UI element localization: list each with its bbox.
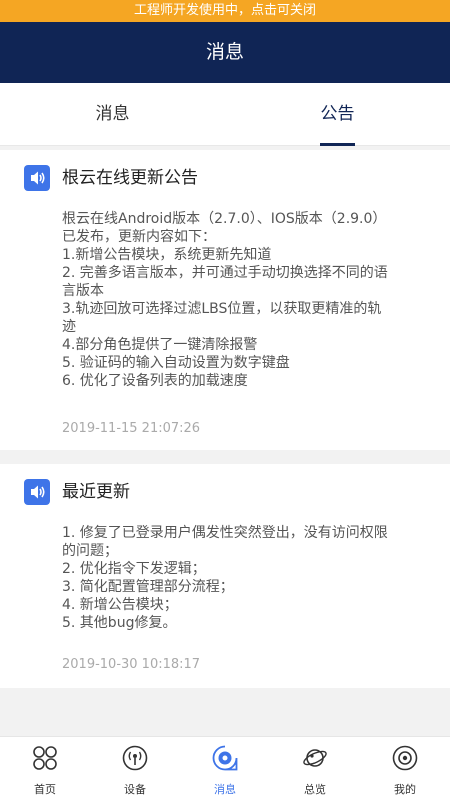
notice-line: 2. 完善多语言版本，并可通过手动切换选择不同的语 <box>62 265 388 281</box>
nav-title: 消息 <box>0 22 450 83</box>
tab-label: 设备 <box>124 783 146 796</box>
tab-label: 消息 <box>214 783 236 796</box>
bottom-tab-bar: 首页 设备 消息 总览 我的 <box>0 736 450 800</box>
speaker-icon <box>24 165 50 191</box>
notice-line: 根云在线Android版本（2.7.0）、IOS版本（2.9.0） <box>62 211 387 227</box>
notice-line: 4.部分角色提供了一键清除报警 <box>62 337 258 353</box>
notice-line: 言版本 <box>62 283 104 299</box>
notice-line: 3.轨迹回放可选择过滤LBS位置，以获取更精准的轨 <box>62 301 382 317</box>
tab-label: 首页 <box>34 783 56 796</box>
notice-line: 的问题； <box>62 543 118 559</box>
tab-label: 总览 <box>304 783 326 796</box>
tab-bar-top: 消息 公告 <box>0 83 450 146</box>
profile-icon <box>392 745 418 771</box>
notice-line: 迹 <box>62 319 76 335</box>
notice-line: 6. 优化了设备列表的加载速度 <box>62 373 248 389</box>
notice-line: 1.新增公告模块，系统更新先知道 <box>62 247 272 263</box>
notice-line: 5. 其他bug修复。 <box>62 615 177 631</box>
tab-overview[interactable]: 总览 <box>270 737 360 800</box>
notice-timestamp: 2019-11-15 21:07:26 <box>62 421 201 436</box>
notice-body: 根云在线Android版本（2.7.0）、IOS版本（2.9.0） 已发布，更新… <box>62 210 442 390</box>
device-signal-icon <box>122 745 148 771</box>
notice-line: 1. 修复了已登录用户偶发性突然登出，没有访问权限 <box>62 525 388 541</box>
notice-line: 4. 新增公告模块； <box>62 597 178 613</box>
notice-line: 5. 验证码的输入自动设置为数字键盘 <box>62 355 290 371</box>
notice-body: 1. 修复了已登录用户偶发性突然登出，没有访问权限 的问题； 2. 优化指令下发… <box>62 524 442 632</box>
notice-timestamp: 2019-10-30 10:18:17 <box>62 657 201 672</box>
notice-card[interactable]: 最近更新 1. 修复了已登录用户偶发性突然登出，没有访问权限 的问题； 2. 优… <box>0 464 450 688</box>
home-grid-icon <box>33 746 57 770</box>
tab-messages-bottom[interactable]: 消息 <box>180 737 270 800</box>
notice-line: 3. 简化配置管理部分流程； <box>62 579 234 595</box>
tab-label: 我的 <box>394 783 416 796</box>
notice-title: 最近更新 <box>62 482 130 502</box>
tab-home[interactable]: 首页 <box>0 737 90 800</box>
notice-title: 根云在线更新公告 <box>62 168 198 188</box>
message-icon <box>212 745 238 771</box>
speaker-icon <box>24 479 50 505</box>
dev-mode-banner[interactable]: 工程师开发使用中，点击可关闭 <box>0 0 450 22</box>
tab-messages[interactable]: 消息 <box>0 83 225 146</box>
notice-line: 2. 优化指令下发逻辑； <box>62 561 206 577</box>
tab-announcements[interactable]: 公告 <box>225 83 450 146</box>
tab-devices[interactable]: 设备 <box>90 737 180 800</box>
notice-line: 已发布，更新内容如下： <box>62 229 216 245</box>
tab-profile[interactable]: 我的 <box>360 737 450 800</box>
active-tab-indicator <box>320 143 355 146</box>
notice-card[interactable]: 根云在线更新公告 根云在线Android版本（2.7.0）、IOS版本（2.9.… <box>0 150 450 450</box>
planet-icon <box>303 749 327 767</box>
